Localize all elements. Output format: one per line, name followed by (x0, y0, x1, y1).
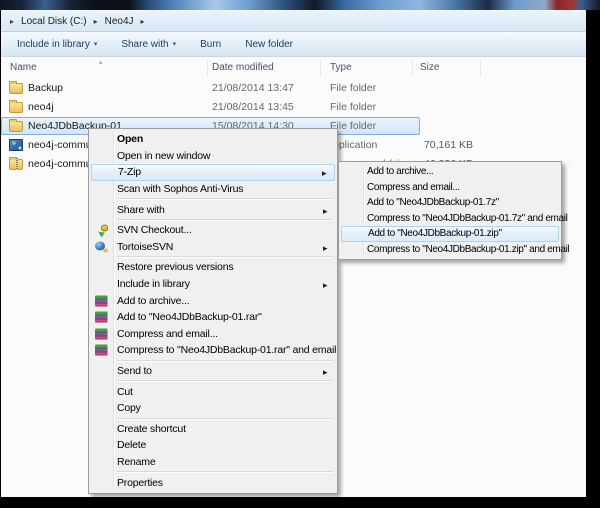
svn-icon (95, 224, 108, 236)
cropped-titlebar-strip (0, 0, 600, 10)
chevron-down-icon (90, 39, 98, 50)
menu-item-7-zip[interactable]: 7-Zip (91, 164, 335, 181)
menu-item-scan-with-sophos-anti-virus[interactable]: Scan with Sophos Anti-Virus (91, 181, 335, 198)
breadcrumb-arrow-icon (136, 16, 150, 27)
column-divider (412, 59, 413, 76)
winrar-icon (95, 295, 108, 307)
menu-item-rename[interactable]: Rename (91, 454, 335, 471)
toolbar-button-new-folder[interactable]: New folder (241, 36, 297, 53)
breadcrumb-arrow-icon (89, 16, 103, 27)
column-divider (320, 59, 321, 76)
submenu-arrow-icon (323, 205, 331, 215)
breadcrumb-arrow-icon (5, 16, 19, 27)
menu-item-include-in-library[interactable]: Include in library (91, 276, 335, 293)
breadcrumb-item-neo4j[interactable]: Neo4J (103, 15, 136, 28)
breadcrumb-item-local-disk-c[interactable]: Local Disk (C:) (19, 15, 89, 28)
file-date: 21/08/2014 13:47 (212, 82, 294, 94)
menu-item-compress-and-email[interactable]: Compress and email... (341, 180, 559, 196)
menu-item-add-to-neo4jdbbackup-01-7z[interactable]: Add to "Neo4JDbBackup-01.7z" (341, 195, 559, 211)
menu-item-add-to-neo4jdbbackup-01-zip[interactable]: Add to "Neo4JDbBackup-01.zip" (341, 226, 559, 242)
menu-item-copy[interactable]: Copy (91, 400, 335, 417)
menu-item-compress-and-email[interactable]: Compress and email... (91, 326, 335, 343)
column-header-size[interactable]: Size (420, 62, 439, 73)
submenu-arrow-icon (323, 279, 331, 289)
winrar-icon (95, 311, 108, 323)
menu-item-compress-to-neo4jdbbackup-01-7z-and-email[interactable]: Compress to "Neo4JDbBackup-01.7z" and em… (341, 211, 568, 227)
file-type: File folder (330, 101, 377, 113)
menu-item-restore-previous-versions[interactable]: Restore previous versions (91, 259, 335, 276)
menu-item-send-to[interactable]: Send to (91, 363, 335, 380)
chevron-down-icon (169, 39, 177, 50)
menu-item-open-in-new-window[interactable]: Open in new window (91, 148, 335, 165)
column-header-type[interactable]: Type (330, 62, 352, 73)
menu-item-cut[interactable]: Cut (91, 383, 335, 400)
column-header-name[interactable]: Name (10, 62, 37, 73)
file-row-neo4j[interactable]: neo4j 21/08/2014 13:45 File folder (1, 98, 586, 117)
menu-item-open[interactable]: Open (91, 131, 335, 148)
menu-item-properties[interactable]: Properties (91, 474, 335, 491)
submenu-arrow-icon (323, 366, 331, 376)
zip-icon (9, 157, 23, 170)
menu-item-create-shortcut[interactable]: Create shortcut (91, 421, 335, 438)
menu-separator (91, 417, 335, 421)
column-header-row: Name Date modified Type Size (1, 57, 586, 78)
7zip-submenu: Add to archive... Compress and email... Ad… (338, 161, 570, 260)
menu-item-add-to-neo4jdbbackup-01-rar[interactable]: Add to "Neo4JDbBackup-01.rar" (91, 309, 335, 326)
app-icon (9, 139, 23, 151)
file-name: neo4j (28, 101, 54, 113)
column-divider (480, 59, 481, 76)
toolbar-button-share-with[interactable]: Share with (117, 36, 180, 53)
menu-item-delete[interactable]: Delete (91, 437, 335, 454)
menu-item-share-with[interactable]: Share with (91, 201, 335, 218)
file-date: 21/08/2014 13:45 (212, 101, 294, 113)
file-type: File folder (330, 82, 377, 94)
folder-icon (9, 81, 23, 94)
winrar-icon (95, 344, 108, 356)
menu-item-add-to-archive[interactable]: Add to archive... (91, 292, 335, 309)
tortoise-icon (95, 241, 108, 253)
file-row-backup[interactable]: Backup 21/08/2014 13:47 File folder (1, 79, 586, 98)
breadcrumb: Local Disk (C:) Neo4J (1, 10, 586, 32)
file-name: Backup (28, 82, 64, 94)
column-header-date-modified[interactable]: Date modified (212, 62, 274, 73)
command-toolbar: Include in library Share with Burn New fold… (1, 32, 586, 57)
winrar-icon (95, 328, 108, 340)
menu-item-add-to-archive[interactable]: Add to archive... (341, 164, 559, 180)
file-size: 70,161 KB (423, 139, 473, 151)
file-name: neo4j-commu (28, 139, 92, 151)
context-menu: OpenOpen in new window7-ZipScan with Sop… (88, 128, 338, 494)
folder-icon (9, 119, 23, 132)
file-name: neo4j-commu (28, 158, 92, 170)
menu-item-compress-to-neo4jdbbackup-01-zip-and-email[interactable]: Compress to "Neo4JDbBackup-01.zip" and e… (341, 242, 570, 258)
folder-icon (9, 100, 23, 113)
toolbar-button-burn[interactable]: Burn (196, 36, 225, 53)
toolbar-button-include-in-library[interactable]: Include in library (13, 36, 101, 53)
menu-item-svn-checkout[interactable]: SVN Checkout... (91, 222, 335, 239)
menu-item-compress-to-neo4jdbbackup-01-rar-and-email[interactable]: Compress to "Neo4JDbBackup-01.rar" and e… (91, 342, 336, 359)
submenu-arrow-icon (322, 167, 330, 177)
sort-ascending-icon (99, 56, 103, 67)
screen: Local Disk (C:) Neo4J Include in library S… (0, 0, 600, 508)
column-divider (207, 59, 208, 76)
submenu-arrow-icon (323, 242, 331, 252)
menu-item-tortoisesvn[interactable]: TortoiseSVN (91, 239, 335, 256)
